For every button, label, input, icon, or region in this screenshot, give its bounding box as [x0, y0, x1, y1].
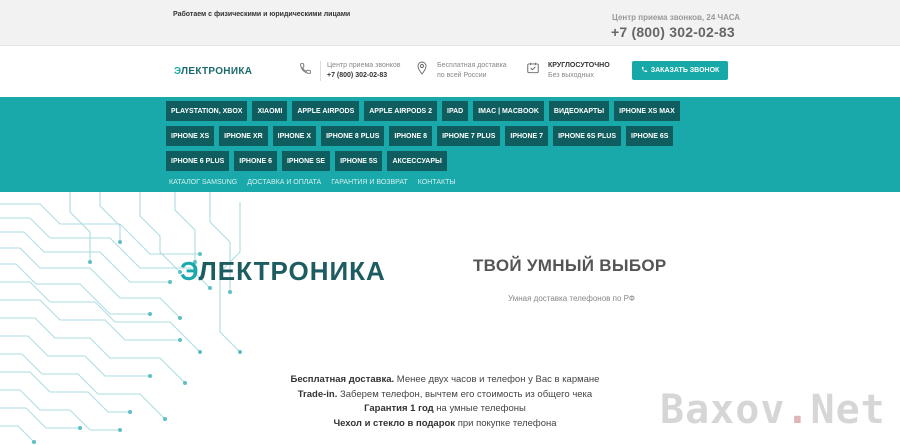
nav-item[interactable]: XIAOMI [252, 101, 288, 121]
benefit-text: при покупке телефона [455, 417, 557, 429]
header-logo[interactable]: ЭЛЕКТРОНИКА [174, 66, 252, 77]
benefit-line: Бесплатная доставка. Менее двух часов и … [290, 373, 600, 388]
nav-item[interactable]: IPHONE XS MAX [614, 101, 680, 121]
phone-icon [641, 66, 648, 75]
watermark: Baxov.Net [660, 387, 886, 433]
benefit-bold: Trade-in. [297, 388, 338, 400]
info-value: Без выходных [548, 72, 594, 79]
watermark-dot: . [785, 387, 811, 433]
order-call-label: ЗАКАЗАТЬ ЗВОНОК [650, 67, 720, 74]
nav-item[interactable]: PLAYSTATION, XBOX [166, 101, 248, 121]
info-phone-value[interactable]: +7 (800) 302-02-83 [327, 71, 400, 81]
nav-item[interactable]: ВИДЕОКАРТЫ [548, 101, 610, 121]
category-nav: PLAYSTATION, XBOX XIAOMI APPLE AIRPODS A… [0, 97, 900, 192]
circuit-background-image [0, 192, 242, 444]
nav-item[interactable]: IPHONE XS [166, 126, 215, 146]
sub-link-samsung[interactable]: КАТАЛОГ SAMSUNG [169, 179, 237, 186]
nav-item[interactable]: IPHONE SE [281, 151, 331, 171]
phone-icon [298, 61, 312, 75]
tagline: Работаем с физическими и юридическими ли… [173, 11, 351, 18]
benefit-text: Менее двух часов и телефон у Вас в карма… [394, 374, 600, 385]
watermark-text: Net [810, 387, 886, 433]
top-bar: Работаем с физическими и юридическими ли… [0, 0, 900, 46]
header-info-delivery: Бесплатная доставка по всей России [415, 61, 507, 81]
nav-item[interactable]: АКСЕССУАРЫ [387, 151, 447, 171]
category-list: PLAYSTATION, XBOX XIAOMI APPLE AIRPODS A… [166, 101, 726, 171]
benefit-text: Заберем телефон, вычтем его стоимость из… [337, 388, 593, 400]
benefit-bold: Бесплатная доставка. [290, 374, 395, 385]
nav-item[interactable]: IPHONE 8 [389, 126, 433, 146]
nav-item[interactable]: IPHONE 7 [505, 126, 549, 146]
nav-item[interactable]: IMAC | MACBOOK [473, 101, 544, 121]
clock-icon [526, 61, 540, 75]
benefit-line: Гарантия 1 год на умные телефоны [290, 402, 600, 417]
hero-title: ТВОЙ УМНЫЙ ВЫБОР [473, 256, 667, 275]
hero-subtitle: Умная доставка телефонов по РФ [508, 294, 635, 303]
hero-logo-letter: Э [180, 256, 199, 286]
hero-banner: ЭЛЕКТРОНИКА ТВОЙ УМНЫЙ ВЫБОР Умная доста… [0, 192, 900, 445]
sub-link-contacts[interactable]: КОНТАКТЫ [418, 179, 456, 186]
nav-item[interactable]: IPHONE 5S [335, 151, 383, 171]
benefit-line: Trade-in. Заберем телефон, вычтем его ст… [290, 388, 600, 403]
page: Работаем с физическими и юридическими ли… [0, 0, 900, 445]
header-info-hours: КРУГЛОСУТОЧНО Без выходных [526, 61, 610, 81]
nav-item[interactable]: IPHONE 6 [234, 151, 277, 171]
benefit-bold: Чехол и стекло в подарок [333, 417, 456, 429]
nav-item[interactable]: IPHONE 6S [626, 126, 674, 146]
sub-link-delivery[interactable]: ДОСТАВКА И ОПЛАТА [247, 179, 321, 186]
nav-item[interactable]: IPHONE XR [219, 126, 268, 146]
call-center-label: Центр приема звонков, 24 ЧАСА [612, 13, 741, 22]
header: ЭЛЕКТРОНИКА Центр приема звонков +7 (800… [0, 47, 900, 97]
benefit-line: Чехол и стекло в подарок при покупке тел… [290, 417, 600, 432]
info-label: Бесплатная доставка [437, 62, 507, 69]
order-call-button[interactable]: ЗАКАЗАТЬ ЗВОНОК [632, 61, 728, 80]
benefit-bold: Гарантия 1 год [364, 403, 434, 414]
main-phone-link[interactable]: +7 (800) 302-02-83 [611, 24, 735, 40]
info-value: по всей России [437, 72, 487, 79]
header-info-phone: Центр приема звонков +7 (800) 302-02-83 [298, 61, 400, 81]
sub-link-warranty[interactable]: ГАРАНТИЯ И ВОЗВРАТ [331, 179, 408, 186]
nav-item[interactable]: IPHONE 6S PLUS [553, 126, 622, 146]
nav-item[interactable]: APPLE AIRPODS 2 [364, 101, 438, 121]
nav-item[interactable]: IPHONE 7 PLUS [437, 126, 501, 146]
watermark-text: Baxov [660, 387, 786, 433]
nav-item[interactable]: APPLE AIRPODS [292, 101, 360, 121]
sub-nav-links: КАТАЛОГ SAMSUNG ДОСТАВКА И ОПЛАТА ГАРАНТ… [169, 179, 456, 186]
benefits-list: Бесплатная доставка. Менее двух часов и … [290, 373, 600, 431]
nav-item[interactable]: IPHONE 8 PLUS [321, 126, 385, 146]
benefit-text: на умные телефоны [433, 403, 526, 414]
nav-item[interactable]: IPHONE 6 PLUS [166, 151, 230, 171]
nav-item[interactable]: IPAD [442, 101, 469, 121]
hero-logo: ЭЛЕКТРОНИКА [180, 256, 386, 287]
logo-letter: Э [174, 66, 182, 77]
nav-item[interactable]: IPHONE X [272, 126, 317, 146]
hero-logo-text: ЛЕКТРОНИКА [198, 256, 386, 286]
info-label: КРУГЛОСУТОЧНО [548, 62, 610, 69]
location-pin-icon [415, 61, 429, 75]
info-label: Центр приема звонков [327, 62, 401, 69]
logo-text: ЛЕКТРОНИКА [181, 66, 253, 77]
